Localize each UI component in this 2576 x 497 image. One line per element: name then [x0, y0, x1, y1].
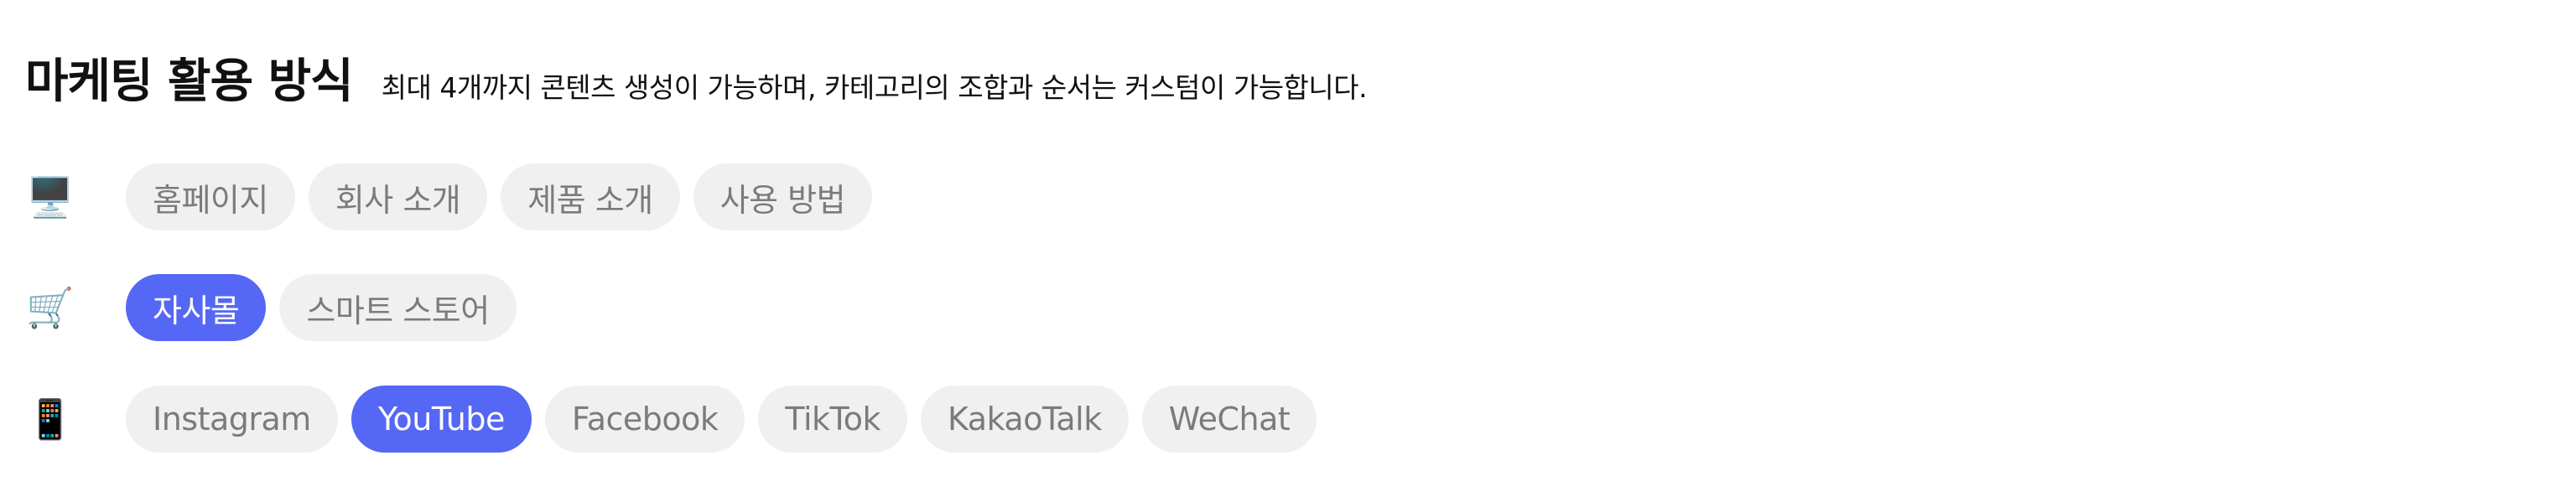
desktop-computer-icon: 🖥️ — [26, 174, 75, 220]
mobile-phone-icon: 📱 — [26, 396, 75, 442]
chip-kakaotalk[interactable]: KakaoTalk — [921, 386, 1129, 453]
chip-homepage[interactable]: 홈페이지 — [126, 163, 295, 230]
chip-wechat[interactable]: WeChat — [1141, 386, 1317, 453]
chip-facebook[interactable]: Facebook — [544, 386, 745, 453]
chip-own-mall[interactable]: 자사몰 — [126, 274, 267, 341]
chip-smart-store[interactable]: 스마트 스토어 — [279, 274, 517, 341]
page-title: 마케팅 활용 방식 — [25, 54, 354, 109]
chip-group-website: 홈페이지 회사 소개 제품 소개 사용 방법 — [126, 163, 873, 230]
shopping-cart-icon: 🛒 — [26, 285, 75, 330]
chip-company-intro[interactable]: 회사 소개 — [308, 163, 488, 230]
chip-group-social: Instagram YouTube Facebook TikTok KakaoT… — [126, 386, 1317, 453]
chip-group-commerce: 자사몰 스마트 스토어 — [126, 274, 517, 341]
chip-how-to-use[interactable]: 사용 방법 — [693, 163, 873, 230]
marketing-usage-panel: 마케팅 활용 방식 최대 4개까지 콘텐츠 생성이 가능하며, 카테고리의 조합… — [0, 0, 2576, 497]
chip-product-intro[interactable]: 제품 소개 — [501, 163, 680, 230]
chip-instagram[interactable]: Instagram — [126, 386, 338, 453]
chip-tiktok[interactable]: TikTok — [758, 386, 908, 453]
chip-youtube[interactable]: YouTube — [351, 386, 532, 453]
page-subtitle: 최대 4개까지 콘텐츠 생성이 가능하며, 카테고리의 조합과 순서는 커스텀이… — [381, 71, 1368, 104]
header: 마케팅 활용 방식 최대 4개까지 콘텐츠 생성이 가능하며, 카테고리의 조합… — [25, 44, 1368, 111]
